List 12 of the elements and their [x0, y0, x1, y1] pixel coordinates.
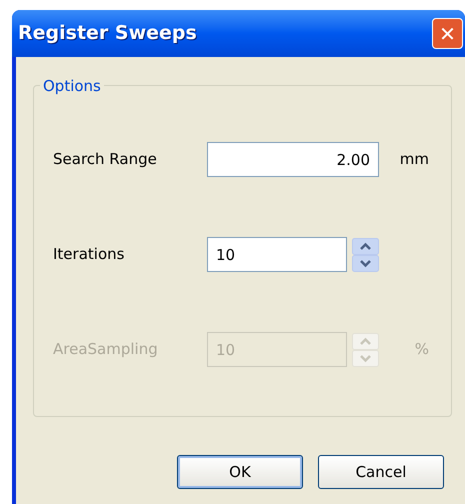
close-button[interactable]: ✕	[432, 18, 463, 49]
dialog-button[interactable]: OK	[177, 455, 303, 489]
spinner-arrows-icon[interactable]	[352, 238, 379, 272]
unit-label: %	[414, 339, 429, 360]
field-label: Search Range	[53, 149, 158, 170]
number-field[interactable]: 10	[207, 237, 347, 272]
unit-label: mm	[400, 149, 429, 170]
dialog-button[interactable]: Cancel	[318, 455, 444, 489]
field-label: Iterations	[53, 244, 126, 266]
number-field[interactable]: 2.00	[207, 142, 379, 177]
window-title: Register Sweeps	[18, 21, 197, 46]
field-label: AreaSampling	[53, 339, 159, 360]
